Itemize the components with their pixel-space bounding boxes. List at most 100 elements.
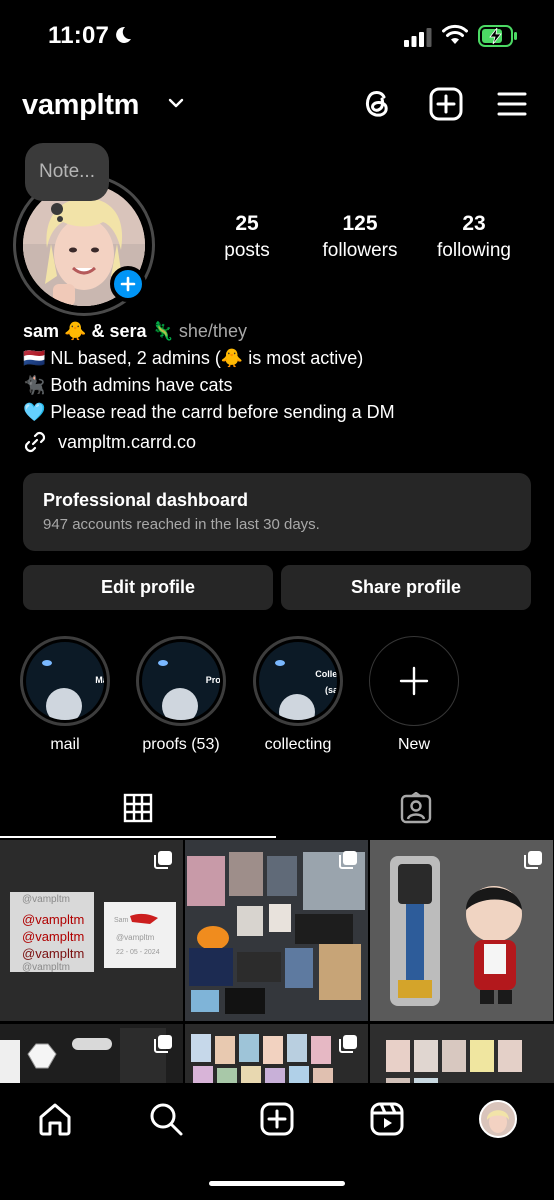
plus-icon bbox=[120, 276, 136, 292]
carousel-icon bbox=[154, 1035, 172, 1053]
status-bar: 11:07 bbox=[0, 0, 554, 74]
highlight-ring: Proofs bbox=[136, 636, 226, 726]
tab-tagged[interactable] bbox=[277, 778, 554, 838]
post-thumbnail[interactable] bbox=[370, 840, 553, 1021]
following-count[interactable]: 23 following bbox=[428, 212, 520, 262]
post-image bbox=[370, 1024, 554, 1083]
followers-count-label: followers bbox=[322, 240, 398, 261]
posts-count-value: 25 bbox=[235, 212, 259, 235]
nav-home[interactable] bbox=[35, 1099, 75, 1139]
bio-link[interactable]: vampltm.carrd.co bbox=[22, 429, 196, 455]
bio-link-text[interactable]: vampltm.carrd.co bbox=[58, 432, 196, 453]
search-icon bbox=[150, 1103, 183, 1136]
nav-create[interactable] bbox=[257, 1099, 297, 1139]
home-icon bbox=[39, 1103, 71, 1136]
highlight-cover: Mail bbox=[26, 642, 104, 720]
highlight-label: collecting bbox=[264, 736, 332, 753]
photo-text: @vampltm bbox=[22, 912, 84, 927]
bio-line: 🇳🇱 NL based, 2 admins (🐥 is most active) bbox=[23, 348, 364, 368]
carousel-icon bbox=[154, 851, 172, 869]
pronouns: she/they bbox=[178, 321, 247, 341]
highlight-ring: Collecting (sam) bbox=[253, 636, 343, 726]
chevron-down-icon[interactable] bbox=[168, 97, 184, 109]
do-not-disturb-moon-icon bbox=[116, 26, 131, 43]
carousel-icon bbox=[524, 851, 542, 869]
create-icon bbox=[260, 1102, 294, 1136]
posts-count-label: posts bbox=[224, 240, 270, 261]
moon-icon bbox=[46, 688, 82, 720]
plus-icon bbox=[399, 666, 429, 696]
highlight-cover: Collecting (sam) bbox=[259, 642, 337, 720]
share-profile-button[interactable]: Share profile bbox=[281, 565, 531, 610]
photo-text: Sam bbox=[114, 917, 129, 924]
moon-icon bbox=[162, 688, 198, 720]
photo-text: 22 - 05 - 2024 bbox=[116, 949, 160, 956]
tab-posts-grid[interactable] bbox=[0, 778, 276, 838]
home-indicator bbox=[209, 1181, 345, 1186]
planet-icon bbox=[275, 660, 285, 666]
profile-header: vampltm bbox=[0, 80, 554, 130]
highlight-mail[interactable]: Mail mail bbox=[15, 636, 115, 754]
planet-icon bbox=[158, 660, 168, 666]
bio-line: 🩵 Please read the carrd before sending a… bbox=[23, 402, 395, 422]
photo-text: @vampltm bbox=[116, 933, 155, 942]
note-bubble[interactable]: Note... bbox=[25, 143, 109, 201]
post-thumbnail[interactable] bbox=[0, 1024, 183, 1083]
create-post-icon[interactable] bbox=[428, 86, 464, 122]
new-highlight-ring bbox=[369, 636, 459, 726]
profile-tabs bbox=[0, 778, 554, 838]
hamburger-menu-icon[interactable] bbox=[496, 90, 528, 118]
highlight-cover-text: Collecting (sam) bbox=[315, 669, 337, 695]
photo-text: @vampltm bbox=[22, 894, 70, 905]
threads-icon[interactable] bbox=[360, 86, 394, 122]
status-time: 11:07 bbox=[48, 22, 110, 49]
post-thumbnail[interactable] bbox=[370, 1024, 554, 1083]
display-name: sam 🐥 & sera 🦎 bbox=[23, 321, 174, 341]
cellular-signal-icon bbox=[404, 28, 432, 47]
profile-avatar-icon bbox=[479, 1100, 517, 1138]
nav-search[interactable] bbox=[146, 1099, 186, 1139]
reels-icon bbox=[370, 1102, 404, 1136]
followers-count-value: 125 bbox=[342, 212, 378, 235]
note-bubble-tail-small bbox=[57, 216, 63, 222]
carousel-icon bbox=[339, 851, 357, 869]
profile-bio: sam 🐥 & sera 🦎 she/they 🇳🇱 NL based, 2 a… bbox=[23, 318, 533, 426]
grid-icon bbox=[123, 793, 153, 823]
post-thumbnail[interactable] bbox=[185, 840, 368, 1021]
bio-name-line: sam 🐥 & sera 🦎 she/they bbox=[23, 318, 533, 345]
highlight-label: proofs (53) bbox=[142, 736, 220, 753]
active-tab-indicator bbox=[0, 836, 276, 838]
edit-profile-button[interactable]: Edit profile bbox=[23, 565, 273, 610]
battery-charging-icon bbox=[478, 25, 517, 47]
highlight-label: mail bbox=[50, 736, 80, 753]
wifi-icon bbox=[442, 24, 468, 44]
professional-dashboard-card[interactable]: Professional dashboard 947 accounts reac… bbox=[23, 473, 531, 551]
post-thumbnail[interactable] bbox=[185, 1024, 368, 1083]
following-count-label: following bbox=[437, 240, 511, 261]
nav-profile[interactable] bbox=[478, 1099, 518, 1139]
post-thumbnail[interactable]: @vampltm @vampltm @vampltm @vampltm @vam… bbox=[0, 840, 183, 1021]
link-icon bbox=[24, 431, 46, 453]
note-bubble-tail bbox=[51, 203, 63, 215]
photo-text: @vampltm bbox=[22, 946, 84, 961]
pro-dashboard-title: Professional dashboard bbox=[43, 490, 249, 510]
highlight-label: New bbox=[397, 736, 430, 753]
highlight-cover: Proofs bbox=[142, 642, 220, 720]
highlight-collecting[interactable]: Collecting (sam) collecting bbox=[248, 636, 348, 754]
posts-grid: @vampltm @vampltm @vampltm @vampltm @vam… bbox=[0, 840, 554, 1083]
tagged-person-icon bbox=[400, 792, 431, 824]
nav-reels[interactable] bbox=[367, 1099, 407, 1139]
carousel-icon bbox=[339, 1035, 357, 1053]
photo-text: @vampltm bbox=[22, 962, 70, 973]
new-highlight-button[interactable]: New bbox=[364, 636, 464, 754]
highlight-cover-text: Mail bbox=[95, 675, 104, 685]
posts-count[interactable]: 25 posts bbox=[212, 212, 282, 262]
highlight-ring: Mail bbox=[20, 636, 110, 726]
followers-count[interactable]: 125 followers bbox=[310, 212, 410, 262]
pro-dashboard-subtitle: 947 accounts reached in the last 30 days… bbox=[43, 516, 320, 533]
account-switcher[interactable]: vampltm bbox=[22, 89, 139, 122]
highlight-proofs[interactable]: Proofs proofs (53) bbox=[131, 636, 231, 754]
planet-icon bbox=[42, 660, 52, 666]
following-count-value: 23 bbox=[462, 212, 486, 235]
add-story-button[interactable] bbox=[110, 266, 146, 302]
